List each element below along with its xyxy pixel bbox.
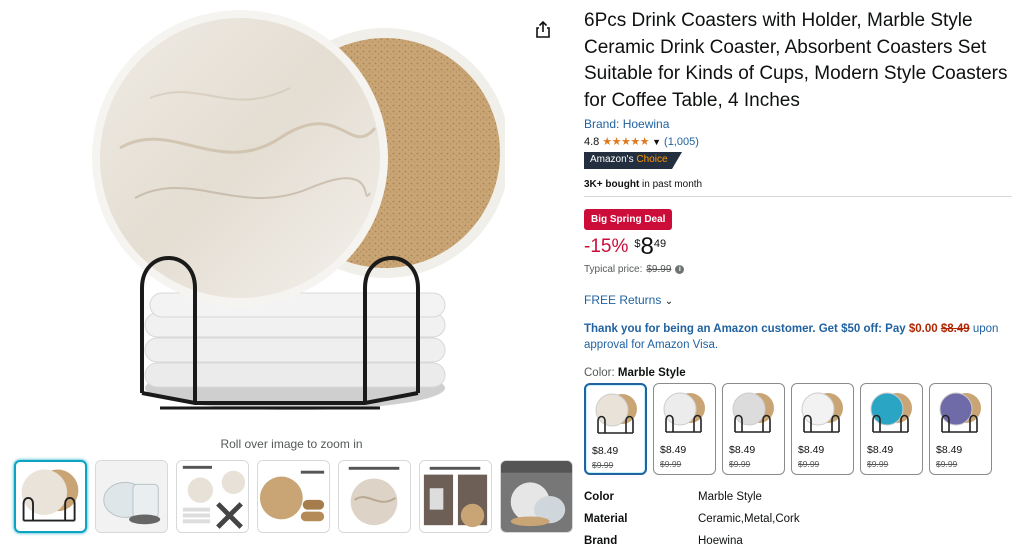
thumbnail-7[interactable] (500, 460, 573, 533)
thumbnail-strip (14, 460, 573, 533)
product-specs: Color Marble Style Material Ceramic,Metal,C… (584, 491, 1012, 555)
spec-key: Color (584, 491, 615, 504)
product-title: 6Pcs Drink Coasters with Holder, Marble … (584, 10, 1008, 111)
thumbnail-1[interactable] (14, 460, 87, 533)
thumbnail-2[interactable] (95, 460, 168, 533)
thumbnail-6[interactable] (419, 460, 492, 533)
divider (584, 196, 1012, 198)
color-label-prefix: Color: (584, 367, 618, 380)
discount-percent: -15% (584, 236, 629, 258)
color-swatch-2[interactable]: $8.49 $9.99 (653, 383, 716, 476)
thumbnail-5[interactable] (338, 460, 411, 533)
swatch-price: $8.49 (660, 444, 687, 457)
color-swatch-4[interactable]: $8.49 $9.99 (791, 383, 854, 476)
promo-text: Thank you for being an Amazon customer. … (584, 323, 906, 336)
spec-value: Marble Style (698, 491, 762, 504)
badge-choice-label: Choice (636, 154, 668, 166)
color-swatch-6[interactable]: $8.49 $9.99 (929, 383, 992, 476)
info-icon[interactable]: i (675, 265, 685, 275)
color-label: Color: Marble Style (584, 367, 1012, 379)
zoom-hint: Roll over image to zoom in (220, 437, 363, 451)
amazons-choice-badge: Amazon's Choice (584, 152, 682, 170)
rating-row: 4.8 ★★★★★ ▼ (1,005) (584, 135, 1012, 149)
brand-link[interactable]: Brand: Hoewina (584, 117, 1012, 131)
color-swatch-1[interactable]: $8.49 $9.99 (584, 383, 647, 476)
bought-count-suffix: in past month (639, 179, 703, 191)
share-icon[interactable] (533, 20, 553, 40)
typical-price-label: Typical price: (584, 264, 643, 276)
price: $ 8 49 (634, 234, 666, 260)
chevron-down-icon: ⌄ (664, 296, 674, 308)
product-details: 6Pcs Drink Coasters with Holder, Marble … (584, 8, 1012, 555)
thumbnail-4[interactable] (257, 460, 330, 533)
star-rating-icon[interactable]: ★★★★★ (602, 135, 649, 148)
swatch-original-price: $9.99 (729, 459, 751, 470)
swatch-image (732, 392, 774, 434)
price-whole: 8 (640, 233, 654, 261)
swatch-image (939, 392, 981, 434)
spec-row: Material Ceramic,Metal,Cork (584, 513, 1012, 535)
promo-pay-amount: $0.00 (908, 323, 938, 336)
color-swatch-3[interactable]: $8.49 $9.99 (722, 383, 785, 476)
swatch-original-price: $9.99 (660, 459, 682, 470)
typical-price-value: $9.99 (646, 264, 672, 276)
price-row: -15% $ 8 49 (584, 234, 1012, 260)
swatch-price: $8.49 (729, 444, 756, 457)
swatch-price: $8.49 (867, 444, 894, 457)
swatch-price: $8.49 (798, 444, 825, 457)
swatch-image (663, 392, 705, 434)
bought-count: 3K+ bought in past month (584, 179, 1012, 190)
promo-strike-price: $8.49 (940, 323, 970, 336)
rating-count-link[interactable]: (1,005) (664, 136, 699, 148)
spec-value: Hoewina (698, 535, 743, 548)
typical-price: Typical price: $9.99 i (584, 264, 1012, 275)
badge-label: Amazon's (590, 154, 634, 166)
swatch-original-price: $9.99 (867, 459, 889, 470)
spec-row: Color Marble Style (584, 491, 1012, 513)
free-returns-link[interactable]: FREE Returns ⌄ (584, 293, 673, 307)
swatch-original-price: $9.99 (936, 459, 958, 470)
spec-value: Ceramic,Metal,Cork (698, 513, 800, 526)
color-swatches: $8.49 $9.99 $8.49 $9.99 $8.49 $9.99 $8.49 $9.99… (584, 383, 1012, 476)
bought-count-value: 3K+ bought (584, 179, 640, 191)
thumbnail-3[interactable] (176, 460, 249, 533)
main-product-image[interactable] (80, 8, 510, 423)
swatch-price: $8.49 (936, 444, 963, 457)
selected-color: Marble Style (617, 367, 686, 380)
swatch-image (870, 392, 912, 434)
spec-key: Material (584, 513, 628, 526)
swatch-image (595, 393, 637, 435)
color-swatch-5[interactable]: $8.49 $9.99 (860, 383, 923, 476)
swatch-price: $8.49 (592, 445, 619, 458)
visa-promo[interactable]: Thank you for being an Amazon customer. … (584, 321, 1012, 353)
spec-key: Brand (584, 535, 618, 548)
rating-value: 4.8 (584, 135, 600, 148)
swatch-original-price: $9.99 (798, 459, 820, 470)
price-fraction: 49 (653, 238, 667, 251)
spec-row: Brand Hoewina (584, 535, 1012, 555)
swatch-original-price: $9.99 (592, 460, 614, 471)
chevron-down-icon[interactable]: ▼ (652, 137, 661, 147)
deal-badge: Big Spring Deal (584, 209, 673, 231)
free-returns-label: FREE Returns (584, 293, 662, 308)
swatch-image (801, 392, 843, 434)
